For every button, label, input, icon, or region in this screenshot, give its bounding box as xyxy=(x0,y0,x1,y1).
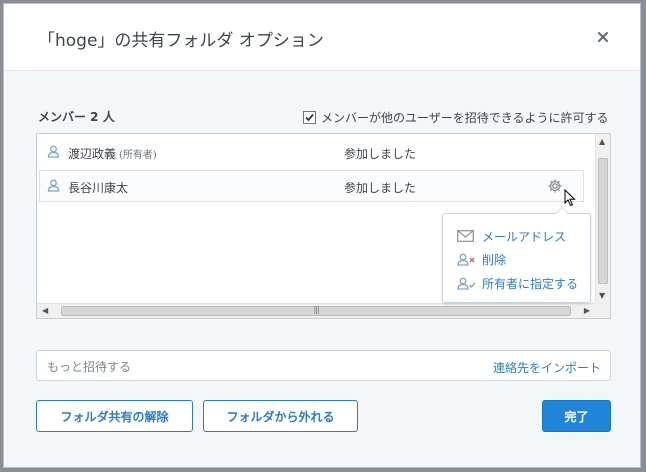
dialog-title: 「hoge」の共有フォルダ オプション xyxy=(38,31,324,51)
member-status: 参加しました xyxy=(344,181,417,195)
allow-invite-label: メンバーが他のユーザーを招待できるように許可する xyxy=(321,111,609,125)
menu-item-email[interactable]: メールアドレス xyxy=(457,227,566,245)
member-name: 渡辺政義 xyxy=(68,147,117,161)
allow-invite-checkbox[interactable] xyxy=(303,111,316,124)
scroll-up-arrow-icon[interactable]: ▲ xyxy=(599,137,605,146)
menu-item-remove[interactable]: 削除 xyxy=(457,250,506,268)
gear-icon[interactable] xyxy=(547,178,563,197)
menu-item-make-owner[interactable]: 所有者に指定する xyxy=(457,274,578,292)
done-button[interactable]: 完了 xyxy=(542,400,611,432)
scroll-grip-icon: ||| xyxy=(313,305,319,314)
menu-item-label: メールアドレス xyxy=(482,229,567,244)
menu-item-label: 所有者に指定する xyxy=(482,276,579,291)
invite-field-container: 連絡先をインポート xyxy=(36,350,611,381)
invite-input[interactable] xyxy=(45,357,469,377)
unshare-folder-button[interactable]: フォルダ共有の解除 xyxy=(36,400,193,432)
popup-pointer xyxy=(555,207,569,214)
member-count-label: メンバー 2 人 xyxy=(38,110,115,124)
leave-folder-button[interactable]: フォルダから外れる xyxy=(203,400,358,432)
dialog-header: 「hoge」の共有フォルダ オプション xyxy=(4,4,640,71)
scroll-down-arrow-icon[interactable]: ▼ xyxy=(599,291,605,300)
member-role: (所有者) xyxy=(119,150,157,161)
menu-item-label: 削除 xyxy=(482,252,507,267)
member-name: 長谷川康太 xyxy=(68,181,129,195)
allow-invite-option[interactable]: メンバーが他のユーザーを招待できるように許可する xyxy=(303,109,609,126)
scrollbar-corner xyxy=(595,303,610,318)
horizontal-scrollbar[interactable]: ◀ ||| ▶ xyxy=(37,303,595,318)
horizontal-scroll-thumb[interactable]: ||| xyxy=(61,305,571,316)
member-row[interactable]: 長谷川康太 参加しました xyxy=(39,170,584,207)
close-icon[interactable] xyxy=(596,30,612,46)
user-icon xyxy=(47,145,60,161)
envelope-icon xyxy=(457,230,477,242)
make-owner-icon xyxy=(457,277,477,290)
checkmark-icon xyxy=(305,113,314,122)
remove-user-icon xyxy=(457,253,477,266)
scroll-right-arrow-icon[interactable]: ▶ xyxy=(584,306,590,315)
share-options-dialog: 「hoge」の共有フォルダ オプション メンバー 2 人 メンバーが他のユーザー… xyxy=(3,3,641,468)
vertical-scroll-thumb[interactable] xyxy=(598,158,608,284)
import-contacts-link[interactable]: 連絡先をインポート xyxy=(493,359,601,376)
vertical-scrollbar[interactable]: ▲ ▼ xyxy=(595,134,610,303)
scroll-left-arrow-icon[interactable]: ◀ xyxy=(42,306,48,315)
member-status: 参加しました xyxy=(344,147,417,161)
user-icon xyxy=(47,179,60,195)
member-row[interactable]: 渡辺政義 (所有者) 参加しました xyxy=(39,136,584,168)
member-action-menu: メールアドレス 削除 所有者に指定する xyxy=(442,207,591,303)
